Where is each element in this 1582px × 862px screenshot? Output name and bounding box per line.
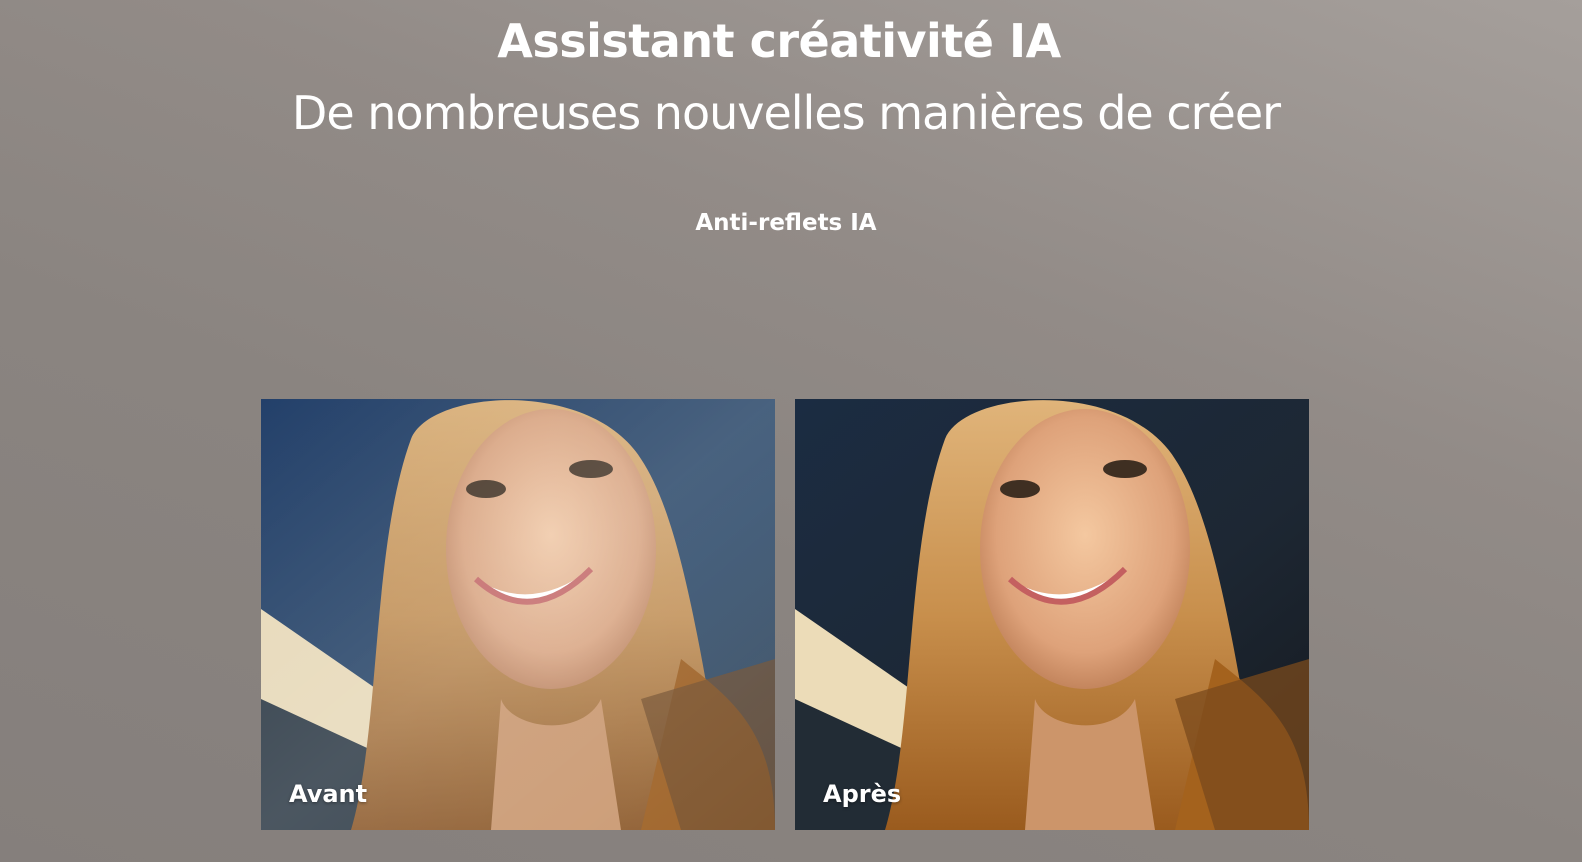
after-photo-card: Après xyxy=(795,399,1309,830)
before-portrait-image xyxy=(261,399,775,830)
before-photo-card: Avant xyxy=(261,399,775,830)
page-subtitle: De nombreuses nouvelles manières de crée… xyxy=(291,86,1281,140)
page-title: Assistant créativité IA xyxy=(497,14,1061,68)
after-label: Après xyxy=(823,780,902,808)
after-portrait-image xyxy=(795,399,1309,830)
feature-tab-anti-reflections[interactable]: Anti-reflets IA xyxy=(0,210,1572,236)
before-label: Avant xyxy=(289,780,368,808)
